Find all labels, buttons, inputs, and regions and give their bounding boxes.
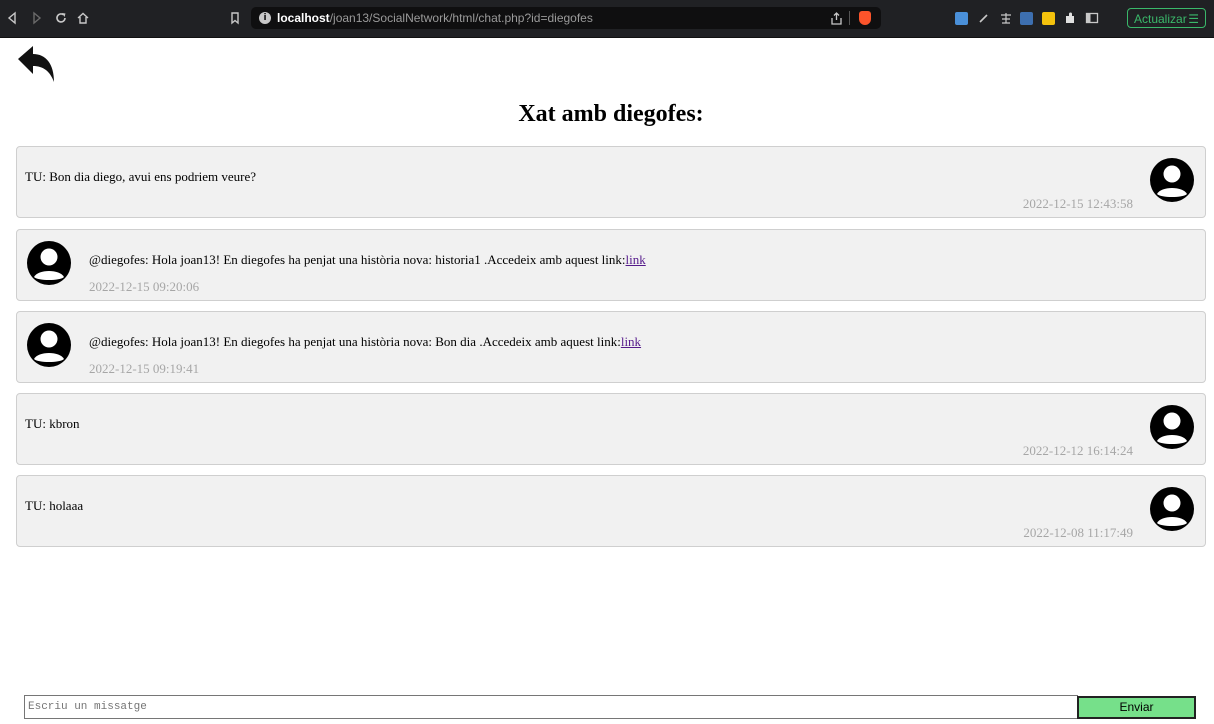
reload-icon[interactable] [52, 9, 70, 27]
message-timestamp: 2022-12-15 09:20:06 [89, 279, 200, 294]
message-timestamp: 2022-12-15 12:43:58 [1022, 196, 1133, 211]
message-text: TU: Bon dia diego, avui ens podriem veur… [25, 169, 257, 184]
message-text: TU: holaaa [25, 498, 84, 513]
chat-message: TU: kbron 2022-12-12 16:14:24 [16, 393, 1206, 465]
message-text: @diegofes: Hola joan13! En diegofes ha p… [89, 252, 646, 267]
site-info-icon[interactable]: i [259, 12, 271, 24]
bookmark-icon[interactable] [226, 9, 244, 27]
message-text: TU: kbron [25, 416, 80, 431]
avatar-icon [27, 241, 71, 285]
pen-extension-icon[interactable] [975, 9, 993, 27]
sidebar-toggle-icon[interactable] [1083, 9, 1101, 27]
brave-shields-icon[interactable] [859, 11, 871, 25]
message-text: @diegofes: Hola joan13! En diegofes ha p… [89, 334, 642, 349]
page-title: Xat amb diegofes: [518, 101, 704, 127]
message-timestamp: 2022-12-15 09:19:41 [89, 361, 200, 376]
calculator-extension-icon[interactable] [1020, 12, 1033, 25]
update-browser-button[interactable]: Actualizar ☰ [1127, 8, 1206, 28]
send-button[interactable]: Enviar [1077, 696, 1196, 719]
message-timestamp: 2022-12-12 16:14:24 [1022, 443, 1133, 458]
translate-extension-icon[interactable] [955, 12, 968, 25]
avatar-icon [1150, 405, 1194, 449]
avatar-icon [1150, 487, 1194, 531]
message-input[interactable] [24, 695, 1078, 719]
address-bar[interactable]: i localhost/joan13/SocialNetwork/html/ch… [251, 7, 881, 29]
toolbar-divider [849, 11, 850, 25]
avatar-icon [1150, 158, 1194, 202]
back-arrow-icon[interactable] [16, 44, 56, 84]
browser-toolbar: i localhost/joan13/SocialNetwork/html/ch… [0, 0, 1214, 38]
avatar-icon [27, 323, 71, 367]
address-text: localhost/joan13/SocialNetwork/html/chat… [277, 11, 593, 25]
story-link[interactable]: link [621, 334, 641, 349]
forward-nav-icon[interactable] [27, 9, 45, 27]
extensions-puzzle-icon[interactable] [1061, 9, 1079, 27]
message-timestamp: 2022-12-08 11:17:49 [1023, 525, 1133, 540]
chat-message: TU: Bon dia diego, avui ens podriem veur… [16, 146, 1206, 218]
chat-message: TU: holaaa 2022-12-08 11:17:49 [16, 475, 1206, 547]
home-icon[interactable] [74, 9, 92, 27]
chat-message: @diegofes: Hola joan13! En diegofes ha p… [16, 229, 1206, 301]
menu-icon: ☰ [1188, 12, 1199, 26]
chat-message: @diegofes: Hola joan13! En diegofes ha p… [16, 311, 1206, 383]
share-icon[interactable] [831, 12, 842, 25]
notes-extension-icon[interactable] [1042, 12, 1055, 25]
dictionary-extension-icon[interactable] [997, 9, 1015, 27]
story-link[interactable]: link [626, 252, 646, 267]
back-nav-icon[interactable] [4, 9, 22, 27]
